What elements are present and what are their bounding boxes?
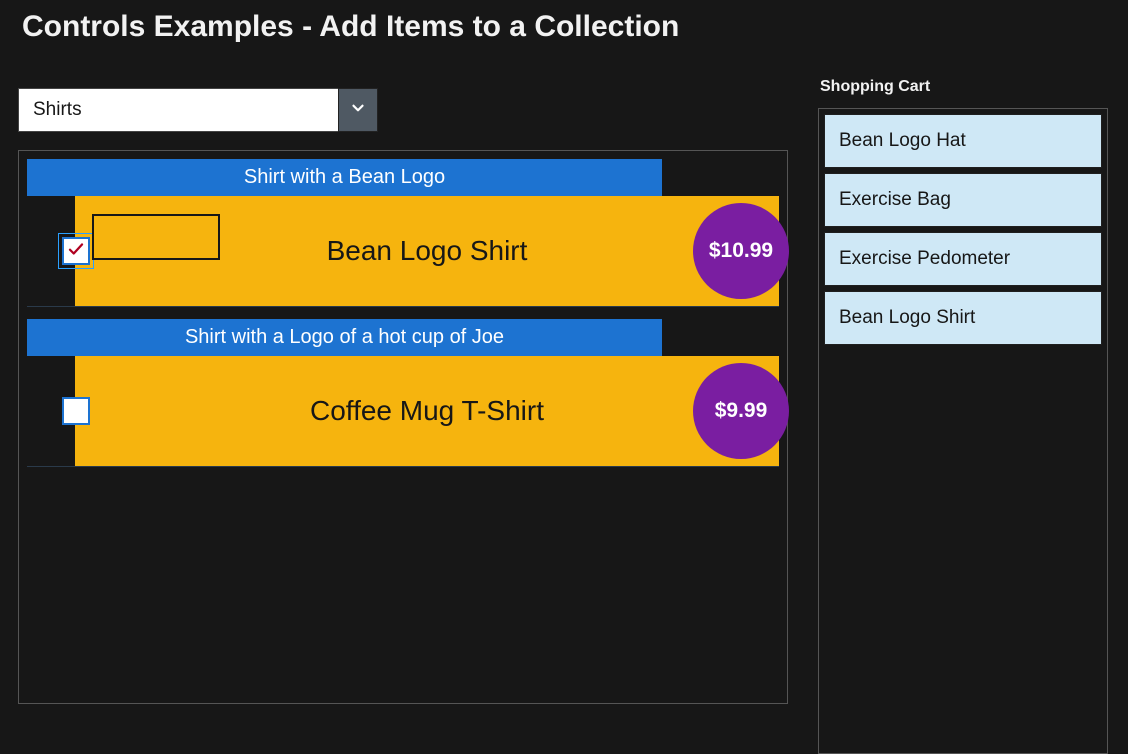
cart-item[interactable]: Bean Logo Shirt bbox=[824, 291, 1102, 345]
add-to-cart-checkbox[interactable] bbox=[62, 237, 90, 265]
product-image-placeholder bbox=[92, 214, 220, 260]
product-body: Bean Logo Shirt$10.99 bbox=[75, 196, 779, 306]
cart-title: Shopping Cart bbox=[820, 78, 1108, 96]
category-dropdown-value: Shirts bbox=[18, 88, 338, 132]
category-dropdown-button[interactable] bbox=[338, 88, 378, 132]
product-name: Coffee Mug T-Shirt bbox=[75, 395, 779, 427]
cart-item[interactable]: Exercise Bag bbox=[824, 173, 1102, 227]
product-price-badge: $10.99 bbox=[693, 203, 789, 299]
product-description: Shirt with a Bean Logo bbox=[27, 159, 662, 196]
chevron-down-icon bbox=[349, 99, 367, 122]
product-list-panel: Shirt with a Bean LogoBean Logo Shirt$10… bbox=[18, 150, 788, 704]
product-card: Shirt with a Logo of a hot cup of JoeCof… bbox=[27, 319, 779, 467]
product-description: Shirt with a Logo of a hot cup of Joe bbox=[27, 319, 662, 356]
cart-item[interactable]: Exercise Pedometer bbox=[824, 232, 1102, 286]
add-to-cart-checkbox[interactable] bbox=[62, 397, 90, 425]
category-dropdown[interactable]: Shirts bbox=[18, 88, 378, 132]
checkmark-icon bbox=[67, 240, 85, 263]
cart-item[interactable]: Bean Logo Hat bbox=[824, 114, 1102, 168]
page-title: Controls Examples - Add Items to a Colle… bbox=[0, 0, 1128, 50]
product-card: Shirt with a Bean LogoBean Logo Shirt$10… bbox=[27, 159, 779, 307]
cart-panel: Bean Logo HatExercise BagExercise Pedome… bbox=[818, 108, 1108, 754]
product-body: Coffee Mug T-Shirt$9.99 bbox=[75, 356, 779, 466]
product-price-badge: $9.99 bbox=[693, 363, 789, 459]
